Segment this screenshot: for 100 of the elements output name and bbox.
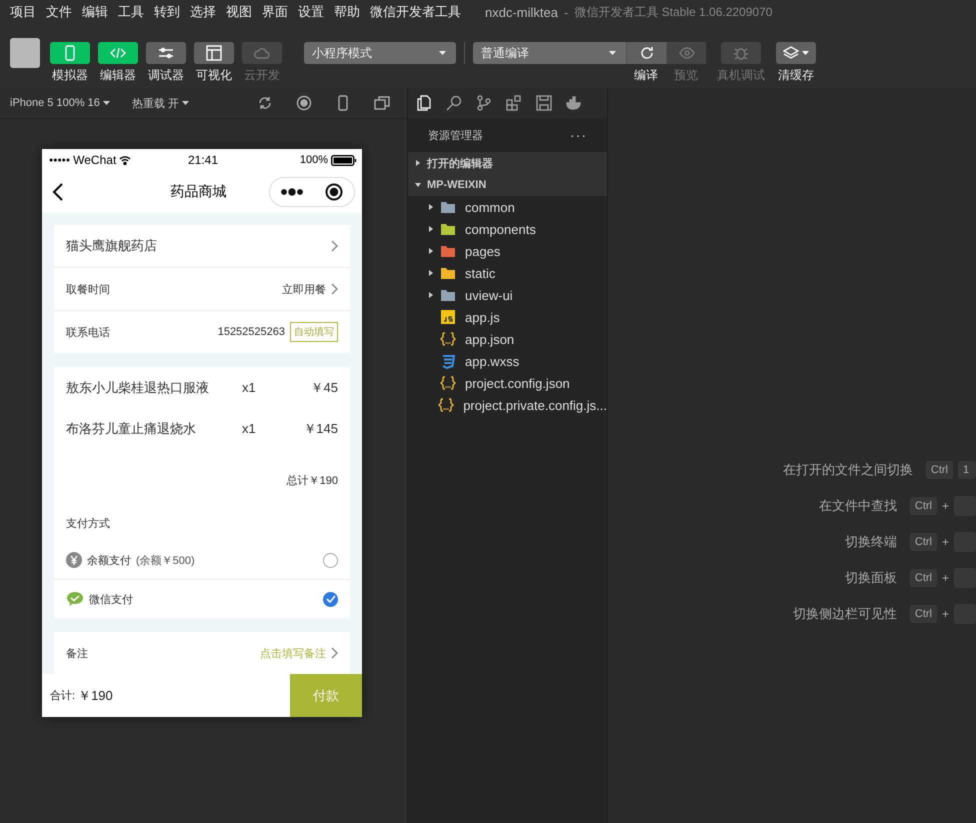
payment-label: 微信支付 bbox=[89, 592, 133, 606]
file-tree-item[interactable]: uview-ui bbox=[408, 284, 607, 306]
menu-item[interactable]: 视图 bbox=[226, 3, 252, 21]
menu-item[interactable]: 文件 bbox=[46, 3, 72, 21]
eye-icon bbox=[678, 45, 694, 61]
menu-item[interactable]: 转到 bbox=[154, 3, 180, 21]
payment-option[interactable]: 余额支付 (余额￥500) bbox=[54, 541, 350, 579]
refresh-icon bbox=[638, 45, 654, 61]
plus-sign: + bbox=[942, 499, 949, 513]
pickup-row[interactable]: 取餐时间 立即用餐 bbox=[54, 268, 350, 311]
app-title: 微信开发者工具 Stable 1.06.2209070 bbox=[574, 4, 772, 20]
file-name: project.config.json bbox=[465, 376, 570, 390]
activity-tab[interactable] bbox=[476, 95, 492, 111]
radio-button[interactable] bbox=[323, 552, 338, 568]
caret-right-icon bbox=[428, 270, 434, 276]
menu-item[interactable]: 工具 bbox=[118, 3, 144, 21]
yen-icon bbox=[66, 552, 82, 568]
windows-icon bbox=[374, 95, 390, 111]
dropdown[interactable]: 小程序模式 bbox=[304, 42, 456, 64]
hot-reload-toggle[interactable]: 热重载 开 bbox=[132, 96, 189, 110]
caret-right-icon bbox=[415, 160, 421, 166]
dropdown[interactable]: 普通编译 bbox=[473, 42, 626, 64]
activity-tab[interactable] bbox=[566, 95, 582, 111]
back-icon bbox=[52, 182, 64, 202]
css-file-icon bbox=[440, 353, 456, 369]
chevron-icon bbox=[331, 647, 338, 659]
menu-item[interactable]: 帮助 bbox=[334, 3, 360, 21]
row-label: 取餐时间 bbox=[66, 282, 110, 296]
file-name: app.json bbox=[465, 332, 514, 346]
file-tree-item[interactable]: pages bbox=[408, 240, 607, 262]
files-icon bbox=[416, 95, 432, 111]
shortcut-label: 切换侧边栏可见性 bbox=[792, 605, 897, 623]
menu-item[interactable]: 编辑 bbox=[82, 3, 108, 21]
toolbar-label: 编译 bbox=[634, 67, 658, 84]
section-title: 打开的编辑器 bbox=[427, 156, 493, 170]
file-tree-item[interactable]: app.json bbox=[408, 328, 607, 350]
toolbar-label: 真机调试 bbox=[717, 67, 765, 84]
menu-item[interactable]: 微信开发者工具 bbox=[370, 3, 461, 21]
file-tree-item[interactable]: app.wxss bbox=[408, 350, 607, 372]
toolbar-button[interactable] bbox=[626, 42, 666, 64]
phone-number: 15252525263 bbox=[218, 326, 285, 338]
toolbar-button[interactable] bbox=[194, 42, 234, 64]
file-name: project.private.config.js... bbox=[463, 398, 607, 412]
remark-card[interactable]: 备注 点击填写备注 bbox=[54, 632, 350, 674]
payment-label: 余额支付 bbox=[87, 554, 131, 568]
file-tree-item[interactable]: components bbox=[408, 218, 607, 240]
check-icon bbox=[326, 595, 336, 603]
toolbar-label: 预览 bbox=[674, 67, 698, 84]
item-quantity: x1 bbox=[242, 421, 257, 436]
shop-row[interactable]: 猫头鹰旗舰药店 bbox=[54, 225, 350, 268]
total-amount: ￥190 bbox=[78, 686, 113, 704]
radio-button[interactable] bbox=[323, 592, 338, 606]
file-tree-item[interactable]: project.config.json bbox=[408, 372, 607, 394]
status-time: 21:41 bbox=[188, 153, 218, 167]
avatar-placeholder bbox=[10, 38, 40, 68]
close-icon bbox=[325, 183, 343, 201]
section-label: 支付方式 bbox=[66, 516, 111, 532]
toolbar-icon[interactable] bbox=[256, 95, 273, 111]
capsule-menu[interactable] bbox=[269, 177, 355, 207]
json-file-icon bbox=[440, 375, 456, 391]
toolbar-label: 云开发 bbox=[244, 67, 280, 84]
blocks-icon bbox=[506, 95, 522, 111]
section-header[interactable]: MP-WEIXIN bbox=[408, 174, 607, 196]
toolbar-icon[interactable] bbox=[296, 95, 312, 111]
more-button[interactable]: ··· bbox=[570, 127, 587, 143]
toolbar-label: 模拟器 bbox=[52, 67, 88, 84]
shortcut-label: 切换终端 bbox=[844, 533, 897, 551]
order-total: 总计￥190 bbox=[286, 474, 338, 488]
activity-tab[interactable] bbox=[506, 95, 522, 111]
whale-icon bbox=[566, 95, 582, 111]
menu-item[interactable]: 界面 bbox=[262, 3, 288, 21]
activity-tab[interactable] bbox=[536, 95, 552, 111]
file-tree-item[interactable]: app.js bbox=[408, 306, 607, 328]
item-name: 敖东小儿柴桂退热口服液 bbox=[66, 378, 210, 396]
toolbar-button[interactable] bbox=[776, 42, 816, 64]
menu-item[interactable]: 设置 bbox=[298, 3, 324, 21]
file-tree-item[interactable]: project.private.config.js... bbox=[408, 394, 607, 416]
item-quantity: x1 bbox=[242, 380, 257, 395]
total-label: 合计: bbox=[50, 689, 76, 703]
menu-item[interactable]: 选择 bbox=[190, 3, 216, 21]
caret-right-icon bbox=[428, 226, 434, 232]
device-selector[interactable]: iPhone 5 100% 16 bbox=[10, 97, 110, 109]
battery-percent: 100% bbox=[300, 154, 328, 166]
payment-option[interactable]: 微信支付 bbox=[54, 579, 350, 618]
wechat-pay-icon bbox=[66, 591, 84, 607]
cloud-icon bbox=[254, 45, 270, 61]
json-file-icon bbox=[438, 397, 454, 413]
page-title: 药品商城 bbox=[170, 183, 226, 201]
file-tree-item[interactable]: static bbox=[408, 262, 607, 284]
toolbar-button[interactable] bbox=[146, 42, 186, 64]
activity-tab[interactable] bbox=[446, 95, 462, 111]
caret-right-icon bbox=[428, 248, 434, 254]
battery-icon bbox=[331, 154, 357, 166]
menu-item[interactable]: 项目 bbox=[10, 3, 36, 21]
stop-icon bbox=[296, 95, 312, 111]
file-tree-item[interactable]: common bbox=[408, 196, 607, 218]
rotate-icon bbox=[256, 95, 273, 111]
section-title: MP-WEIXIN bbox=[427, 179, 486, 191]
toolbar-icon[interactable] bbox=[374, 95, 390, 111]
section-header[interactable]: 打开的编辑器 bbox=[408, 152, 607, 174]
